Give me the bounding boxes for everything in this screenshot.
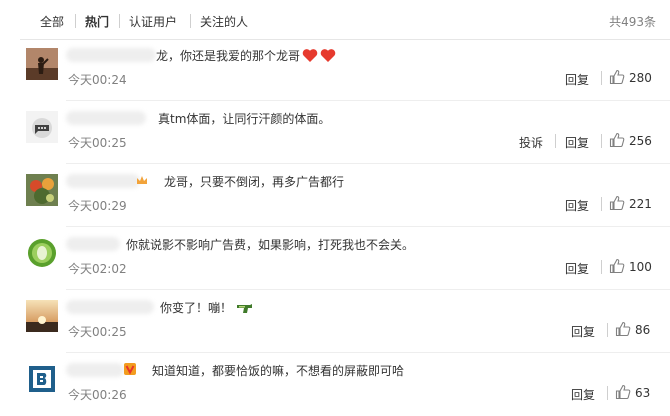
avatar[interactable] xyxy=(26,174,58,206)
comment-text: 龙，你还是我爱的那个龙哥 xyxy=(156,47,336,64)
reply-button[interactable]: 回复 xyxy=(571,386,595,403)
action-divider xyxy=(607,386,608,400)
username-obscured xyxy=(66,174,140,188)
action-divider xyxy=(601,134,602,148)
action-divider xyxy=(601,260,602,274)
comment-item: 龙，你还是我爱的那个龙哥 今天00:24 回复 280 xyxy=(0,38,670,101)
comment-timestamp: 今天00:25 xyxy=(68,325,127,339)
comment-item: 你变了！嘣！ 今天00:25 回复 86 xyxy=(0,290,670,353)
comment-item: 真tm体面，让同行汗颜的体面。 今天00:25 投诉 回复 256 xyxy=(0,101,670,164)
comment-text: 你变了！嘣！ xyxy=(160,299,254,316)
like-count: 86 xyxy=(635,323,651,337)
reply-button[interactable]: 回复 xyxy=(565,197,589,214)
tab-verified-users[interactable]: 认证用户 xyxy=(129,13,177,30)
username-obscured xyxy=(66,237,120,251)
heart-icon xyxy=(302,49,318,62)
tab-divider xyxy=(75,14,76,28)
comment-text: 真tm体面，让同行汗颜的体面。 xyxy=(158,112,331,126)
heart-icon xyxy=(320,49,336,62)
like-count: 256 xyxy=(629,134,652,148)
tab-divider xyxy=(119,14,120,28)
action-divider xyxy=(601,197,602,211)
like-count: 63 xyxy=(635,386,651,400)
comment-item: 知道知道，都要恰饭的嘛，不想看的屏蔽即可哈 今天00:26 回复 63 xyxy=(0,353,670,416)
action-divider xyxy=(601,71,602,85)
reply-button[interactable]: 回复 xyxy=(565,260,589,277)
tab-divider xyxy=(190,14,191,28)
comment-timestamp: 今天00:24 xyxy=(68,73,127,87)
like-count: 280 xyxy=(629,71,652,85)
comment-timestamp: 今天00:26 xyxy=(68,388,127,402)
thumbs-up-icon xyxy=(609,258,625,274)
username-obscured xyxy=(66,300,154,314)
avatar[interactable] xyxy=(26,48,58,80)
comment-text: 知道知道，都要恰饭的嘛，不想看的屏蔽即可哈 xyxy=(152,364,405,378)
like-count: 221 xyxy=(629,197,652,211)
thumbs-up-icon xyxy=(615,321,631,337)
username-obscured xyxy=(66,48,156,62)
gun-icon xyxy=(237,304,253,313)
comment-timestamp: 今天02:02 xyxy=(68,262,127,276)
thumbs-up-icon xyxy=(615,384,631,400)
username-obscured xyxy=(66,363,124,377)
avatar[interactable] xyxy=(26,363,58,395)
action-divider xyxy=(607,323,608,337)
comment-timestamp: 今天00:25 xyxy=(68,136,127,150)
avatar[interactable] xyxy=(26,237,58,269)
action-divider xyxy=(555,134,556,148)
tab-following[interactable]: 关注的人 xyxy=(200,13,248,30)
comment-count: 共493条 xyxy=(609,15,656,29)
comment-timestamp: 今天00:29 xyxy=(68,199,127,213)
comment-text: 你就说影不影响广告费，如果影响，打死我也不会关。 xyxy=(126,238,415,252)
avatar[interactable] xyxy=(26,300,58,332)
verified-badge-icon xyxy=(124,363,136,375)
comment-filter-tabs: 全部 热门 认证用户 关注的人 共493条 xyxy=(0,0,670,40)
reply-button[interactable]: 回复 xyxy=(565,71,589,88)
report-button[interactable]: 投诉 xyxy=(519,134,543,151)
comment-item: 龙哥，只要不倒闭，再多广告都行 今天00:29 回复 221 xyxy=(0,164,670,227)
tab-hot[interactable]: 热门 xyxy=(85,13,109,30)
thumbs-up-icon xyxy=(609,69,625,85)
crown-icon xyxy=(137,176,147,184)
comment-text: 龙哥，只要不倒闭，再多广告都行 xyxy=(164,175,345,189)
like-count: 100 xyxy=(629,260,652,274)
reply-button[interactable]: 回复 xyxy=(571,323,595,340)
thumbs-up-icon xyxy=(609,195,625,211)
tab-all[interactable]: 全部 xyxy=(40,13,64,30)
comment-item: 你就说影不影响广告费，如果影响，打死我也不会关。 今天02:02 回复 100 xyxy=(0,227,670,290)
avatar[interactable] xyxy=(26,111,58,143)
reply-button[interactable]: 回复 xyxy=(565,134,589,151)
thumbs-up-icon xyxy=(609,132,625,148)
username-obscured xyxy=(66,111,146,125)
